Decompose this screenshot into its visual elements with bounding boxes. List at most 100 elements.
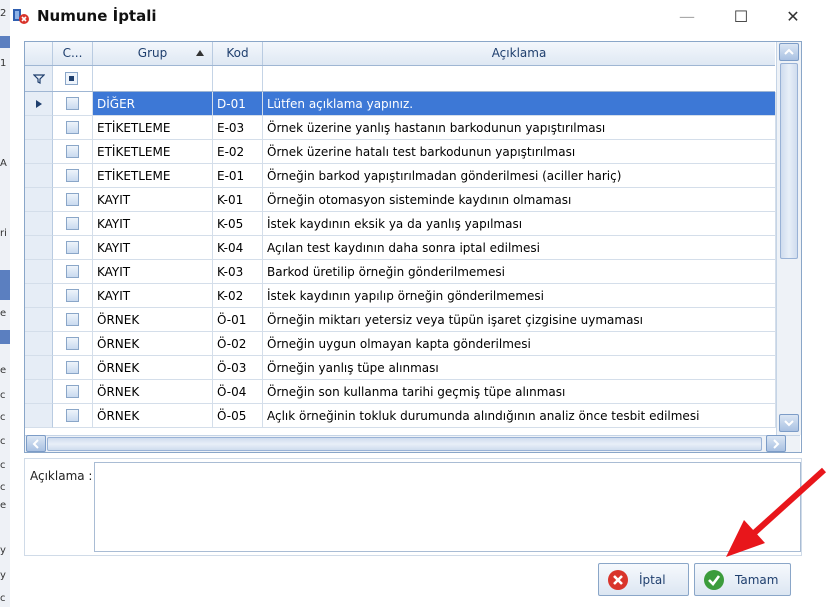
filter-cell[interactable] — [25, 66, 53, 91]
cell-group[interactable]: DİĞER — [93, 92, 213, 116]
scroll-down-button[interactable] — [779, 414, 799, 432]
cell-description[interactable]: Örneğin son kullanma tarihi geçmiş tüpe … — [263, 380, 776, 404]
row-checkbox-cell[interactable] — [53, 212, 93, 236]
header-check[interactable]: C... — [53, 42, 93, 65]
cell-group[interactable]: ETİKETLEME — [93, 140, 213, 164]
row-checkbox[interactable] — [66, 337, 79, 350]
row-checkbox[interactable] — [66, 121, 79, 134]
table-row[interactable]: ETİKETLEME E-03 Örnek üzerine yanlış hasta… — [25, 116, 776, 140]
table-row[interactable]: ÖRNEK Ö-03 Örneğin yanlış tüpe alınması — [25, 356, 776, 380]
table-row[interactable]: ÖRNEK Ö-05 Açlık örneğinin tokluk durumund… — [25, 404, 776, 428]
description-textarea[interactable] — [94, 462, 801, 552]
ok-button[interactable]: Tamam — [694, 563, 791, 596]
table-row[interactable]: ETİKETLEME E-01 Örneğin barkod yapıştırılm… — [25, 164, 776, 188]
cell-code[interactable]: E-01 — [213, 164, 263, 188]
cell-code[interactable]: D-01 — [213, 92, 263, 116]
row-checkbox-cell[interactable] — [53, 380, 93, 404]
cell-description[interactable]: Örneğin yanlış tüpe alınması — [263, 356, 776, 380]
row-checkbox[interactable] — [66, 265, 79, 278]
row-checkbox-cell[interactable] — [53, 332, 93, 356]
cell-group[interactable]: KAYIT — [93, 260, 213, 284]
cell-code[interactable]: Ö-02 — [213, 332, 263, 356]
vertical-scroll-thumb[interactable] — [780, 63, 798, 259]
indeterminate-checkbox[interactable] — [65, 72, 78, 85]
header-description[interactable]: Açıklama — [263, 42, 775, 65]
row-checkbox-cell[interactable] — [53, 140, 93, 164]
cell-code[interactable]: K-01 — [213, 188, 263, 212]
table-row[interactable]: KAYIT K-05 İstek kaydının eksik ya da yanl… — [25, 212, 776, 236]
cell-description[interactable]: İstek kaydının eksik ya da yanlış yapılm… — [263, 212, 776, 236]
table-row[interactable]: ÖRNEK Ö-02 Örneğin uygun olmayan kapta gön… — [25, 332, 776, 356]
row-checkbox-cell[interactable] — [53, 236, 93, 260]
table-row[interactable]: ETİKETLEME E-02 Örnek üzerine hatalı test … — [25, 140, 776, 164]
cell-code[interactable]: K-03 — [213, 260, 263, 284]
cell-group[interactable]: ETİKETLEME — [93, 164, 213, 188]
minimize-button[interactable]: — — [664, 0, 710, 33]
cell-group[interactable]: KAYIT — [93, 188, 213, 212]
row-checkbox-cell[interactable] — [53, 188, 93, 212]
table-row[interactable]: KAYIT K-03 Barkod üretilip örneğin gönderi… — [25, 260, 776, 284]
cell-group[interactable]: KAYIT — [93, 236, 213, 260]
filter-description-cell[interactable] — [263, 66, 775, 91]
scroll-up-button[interactable] — [779, 43, 799, 61]
cell-group[interactable]: ÖRNEK — [93, 404, 213, 428]
table-row[interactable]: ÖRNEK Ö-01 Örneğin miktarı yetersiz veya t… — [25, 308, 776, 332]
row-checkbox-cell[interactable] — [53, 284, 93, 308]
row-checkbox[interactable] — [66, 145, 79, 158]
row-checkbox[interactable] — [66, 217, 79, 230]
scroll-left-button[interactable] — [26, 435, 46, 452]
row-checkbox-cell[interactable] — [53, 116, 93, 140]
row-checkbox-cell[interactable] — [53, 164, 93, 188]
row-checkbox[interactable] — [66, 97, 79, 110]
filter-check-cell[interactable] — [53, 66, 93, 91]
cell-code[interactable]: Ö-01 — [213, 308, 263, 332]
horizontal-scroll-thumb[interactable] — [47, 437, 762, 451]
row-checkbox[interactable] — [66, 169, 79, 182]
cell-group[interactable]: ÖRNEK — [93, 332, 213, 356]
cell-group[interactable]: ÖRNEK — [93, 356, 213, 380]
header-code[interactable]: Kod — [213, 42, 263, 65]
close-button[interactable]: ✕ — [770, 0, 816, 33]
cell-code[interactable]: Ö-05 — [213, 404, 263, 428]
cell-description[interactable]: Açılan test kaydının daha sonra iptal ed… — [263, 236, 776, 260]
cell-description[interactable]: Örnek üzerine yanlış hastanın barkodunun… — [263, 116, 776, 140]
row-checkbox[interactable] — [66, 385, 79, 398]
row-checkbox[interactable] — [66, 193, 79, 206]
row-checkbox[interactable] — [66, 361, 79, 374]
cell-description[interactable]: Barkod üretilip örneğin gönderilmemesi — [263, 260, 776, 284]
filter-group-cell[interactable] — [93, 66, 213, 91]
cell-group[interactable]: KAYIT — [93, 284, 213, 308]
cell-group[interactable]: KAYIT — [93, 212, 213, 236]
cell-code[interactable]: Ö-04 — [213, 380, 263, 404]
cell-code[interactable]: K-04 — [213, 236, 263, 260]
row-checkbox-cell[interactable] — [53, 92, 93, 116]
table-row[interactable]: ÖRNEK Ö-04 Örneğin son kullanma tarihi geç… — [25, 380, 776, 404]
table-row[interactable]: DİĞER D-01 Lütfen açıklama yapınız. — [25, 92, 776, 116]
table-row[interactable]: KAYIT K-02 İstek kaydının yapılıp örneğin … — [25, 284, 776, 308]
cancel-button[interactable]: İptal — [598, 563, 689, 596]
cell-description[interactable]: Örneğin uygun olmayan kapta gönderilmesi — [263, 332, 776, 356]
row-checkbox[interactable] — [66, 289, 79, 302]
row-checkbox-cell[interactable] — [53, 308, 93, 332]
row-checkbox-cell[interactable] — [53, 356, 93, 380]
cell-code[interactable]: E-02 — [213, 140, 263, 164]
table-row[interactable]: KAYIT K-01 Örneğin otomasyon sisteminde ka… — [25, 188, 776, 212]
cell-group[interactable]: ETİKETLEME — [93, 116, 213, 140]
cell-code[interactable]: E-03 — [213, 116, 263, 140]
filter-code-cell[interactable] — [213, 66, 263, 91]
row-checkbox[interactable] — [66, 409, 79, 422]
cell-description[interactable]: Lütfen açıklama yapınız. — [263, 92, 776, 116]
row-checkbox[interactable] — [66, 313, 79, 326]
cell-description[interactable]: Açlık örneğinin tokluk durumunda alındığ… — [263, 404, 776, 428]
row-checkbox[interactable] — [66, 241, 79, 254]
row-checkbox-cell[interactable] — [53, 404, 93, 428]
cell-description[interactable]: Örneğin miktarı yetersiz veya tüpün işar… — [263, 308, 776, 332]
scroll-right-button[interactable] — [766, 435, 786, 452]
row-checkbox-cell[interactable] — [53, 260, 93, 284]
maximize-button[interactable]: ☐ — [718, 0, 764, 33]
horizontal-scrollbar[interactable] — [25, 435, 800, 452]
cell-code[interactable]: K-05 — [213, 212, 263, 236]
cell-group[interactable]: ÖRNEK — [93, 308, 213, 332]
cell-description[interactable]: Örnek üzerine hatalı test barkodunun yap… — [263, 140, 776, 164]
table-row[interactable]: KAYIT K-04 Açılan test kaydının daha sonra… — [25, 236, 776, 260]
